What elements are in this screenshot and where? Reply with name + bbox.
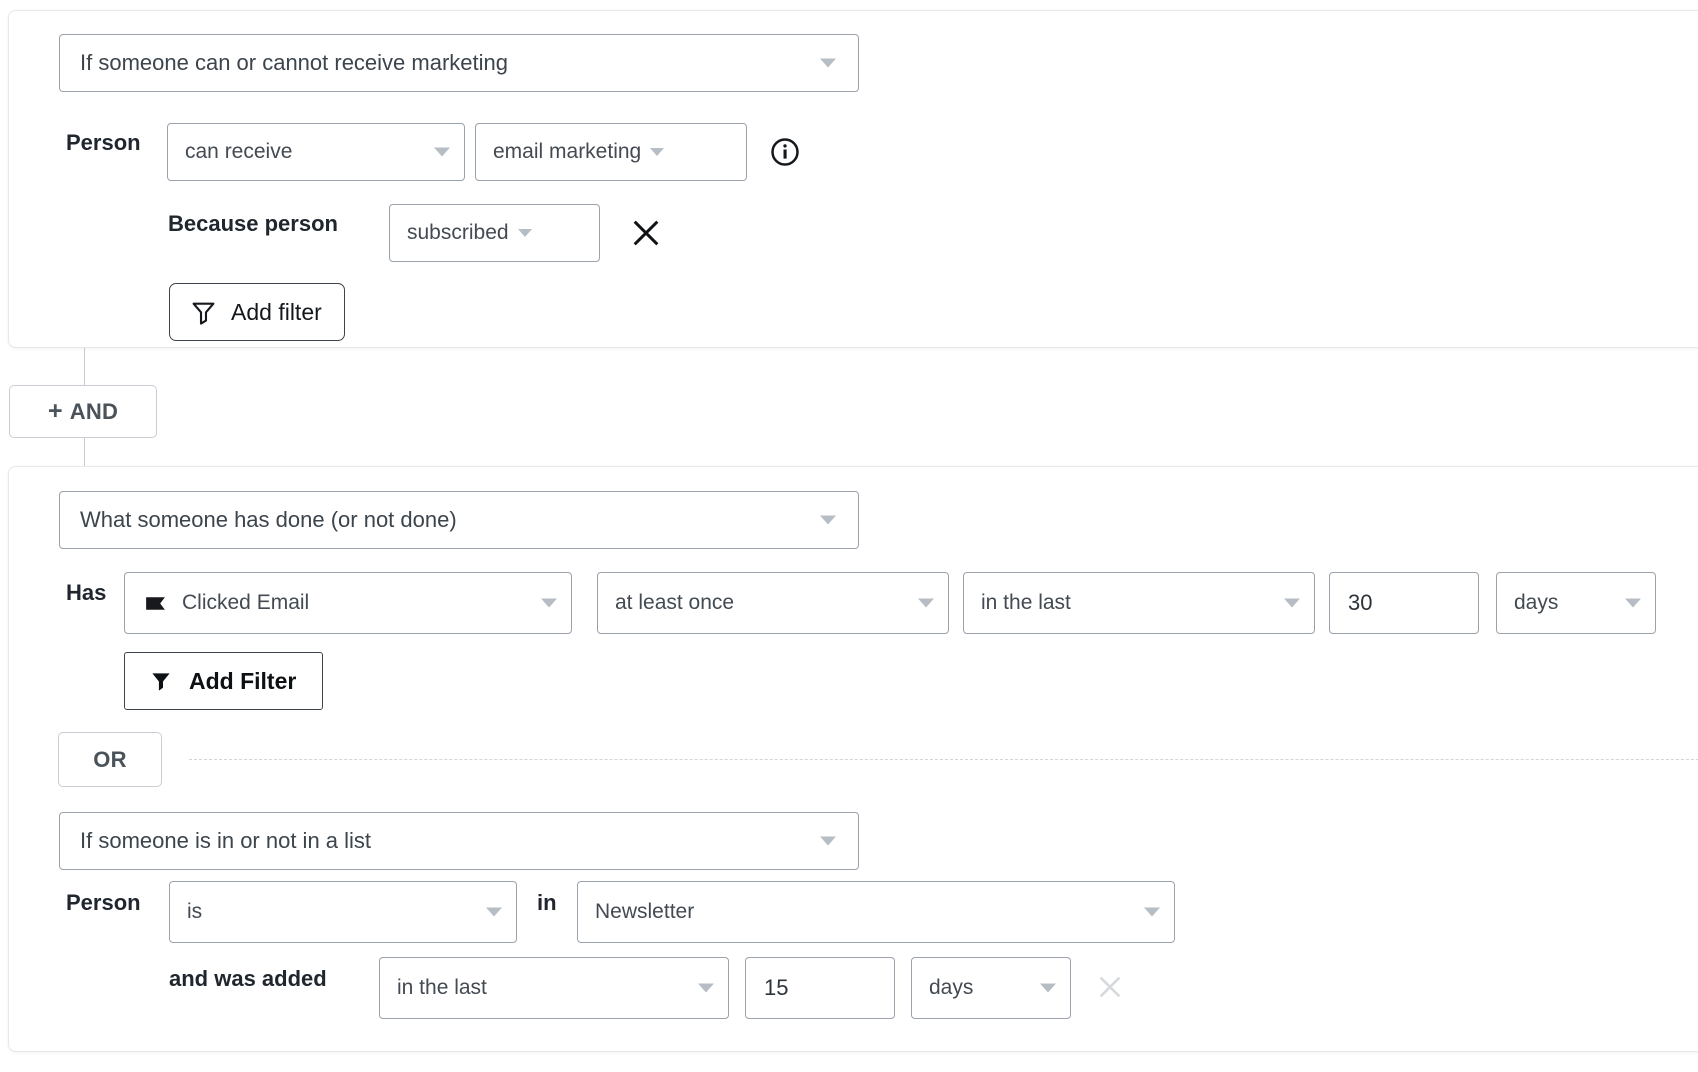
condition-card-1: If someone can or cannot receive marketi… — [8, 10, 1698, 348]
chevron-down-icon — [820, 59, 836, 68]
add-and-condition-label: AND — [70, 399, 118, 425]
timeframe-unit-select[interactable]: days — [1496, 572, 1656, 634]
added-timeframe-value: in the last — [380, 976, 487, 1000]
condition-type-select-2[interactable]: What someone has done (or not done) — [59, 491, 859, 549]
add-or-condition-button[interactable]: OR — [58, 732, 162, 787]
marketing-channel-value: email marketing — [476, 140, 641, 164]
list-select[interactable]: Newsletter — [577, 881, 1175, 943]
subscription-reason-value: subscribed — [390, 221, 509, 245]
add-filter-button-1-label: Add filter — [231, 299, 322, 326]
chevron-down-icon — [1040, 984, 1056, 993]
added-unit-select[interactable]: days — [911, 957, 1071, 1019]
chevron-down-icon — [820, 837, 836, 846]
condition-type-select-2-value: What someone has done (or not done) — [60, 507, 457, 533]
condition-type-select-1-value: If someone can or cannot receive marketi… — [60, 50, 508, 76]
added-timeframe-select[interactable]: in the last — [379, 957, 729, 1019]
segment-builder: If someone can or cannot receive marketi… — [0, 0, 1698, 1072]
in-preposition-label: in — [537, 890, 557, 916]
frequency-select[interactable]: at least once — [597, 572, 949, 634]
add-and-condition-button[interactable]: + AND — [9, 385, 157, 438]
close-icon[interactable] — [1094, 971, 1128, 1005]
added-amount-value: 15 — [746, 975, 788, 1001]
chevron-down-icon — [518, 229, 532, 237]
chevron-down-icon — [650, 148, 664, 156]
timeframe-amount-input[interactable]: 30 — [1329, 572, 1479, 634]
condition-card-2: What someone has done (or not done) Has … — [8, 466, 1698, 1052]
metric-select[interactable]: Clicked Email — [124, 572, 572, 634]
person-label-2: Person — [66, 890, 141, 916]
plus-icon: + — [48, 399, 63, 424]
and-was-added-label: and was added — [169, 966, 327, 992]
add-filter-button-2[interactable]: Add Filter — [124, 652, 323, 710]
frequency-value: at least once — [598, 591, 734, 615]
condition-type-select-1[interactable]: If someone can or cannot receive marketi… — [59, 34, 859, 92]
person-label-1: Person — [66, 130, 141, 156]
add-filter-button-2-label: Add Filter — [189, 668, 296, 695]
add-or-condition-label: OR — [93, 747, 127, 773]
added-amount-input[interactable]: 15 — [745, 957, 895, 1019]
or-divider-line — [189, 759, 1698, 760]
chevron-down-icon — [1144, 908, 1160, 917]
chevron-down-icon — [820, 516, 836, 525]
receive-operator-value: can receive — [168, 140, 292, 164]
chevron-down-icon — [434, 148, 450, 157]
list-membership-operator-value: is — [170, 900, 202, 924]
timeframe-select[interactable]: in the last — [963, 572, 1315, 634]
chevron-down-icon — [541, 599, 557, 608]
subscription-reason-select[interactable]: subscribed — [389, 204, 600, 262]
added-unit-value: days — [912, 976, 973, 1000]
timeframe-unit-value: days — [1497, 591, 1558, 615]
metric-value: Clicked Email — [168, 591, 309, 615]
chevron-down-icon — [1625, 599, 1641, 608]
filter-solid-icon — [149, 669, 173, 693]
filter-outline-icon — [190, 299, 217, 326]
list-membership-operator-select[interactable]: is — [169, 881, 517, 943]
info-icon[interactable] — [770, 137, 800, 167]
chevron-down-icon — [918, 599, 934, 608]
flag-icon — [143, 591, 168, 616]
add-filter-button-1[interactable]: Add filter — [169, 283, 345, 341]
chevron-down-icon — [486, 908, 502, 917]
chevron-down-icon — [1284, 599, 1300, 608]
marketing-channel-select[interactable]: email marketing — [475, 123, 747, 181]
has-label: Has — [66, 580, 106, 606]
close-icon[interactable] — [629, 216, 663, 250]
nested-condition-type-select[interactable]: If someone is in or not in a list — [59, 812, 859, 870]
receive-operator-select[interactable]: can receive — [167, 123, 465, 181]
because-person-label: Because person — [168, 211, 338, 237]
list-value: Newsletter — [578, 900, 694, 924]
chevron-down-icon — [698, 984, 714, 993]
nested-condition-type-value: If someone is in or not in a list — [60, 828, 371, 854]
timeframe-value: in the last — [964, 591, 1071, 615]
timeframe-amount-value: 30 — [1330, 590, 1372, 616]
